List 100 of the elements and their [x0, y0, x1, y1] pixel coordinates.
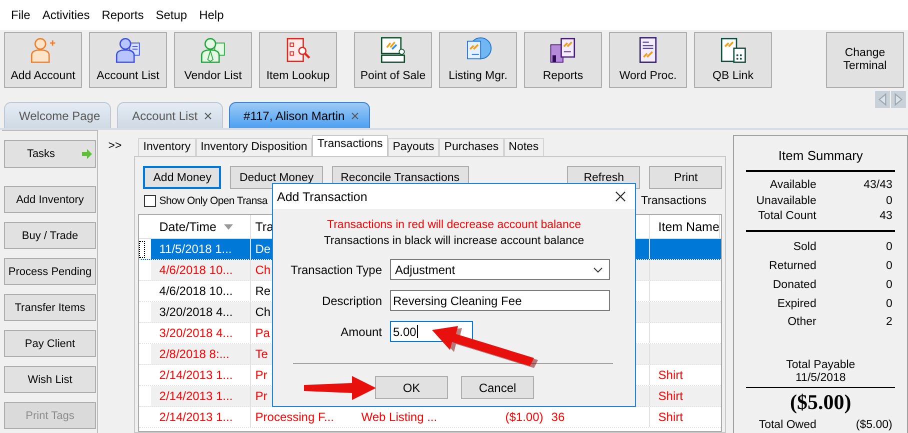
summary-value: 0	[884, 298, 892, 310]
summary-value: 2	[884, 316, 892, 328]
table-cell: ($1.00)	[505, 410, 544, 424]
table-cell: 2/14/2013 1...	[159, 368, 233, 382]
sort-icon	[224, 224, 234, 230]
summary-label: Total Count	[757, 210, 816, 222]
summary-label: Unavailable	[755, 194, 816, 207]
sidebar-button[interactable]: Buy / Trade	[4, 222, 96, 249]
menu-item[interactable]: File	[5, 8, 36, 22]
table-cell: 36	[551, 410, 565, 424]
summary-label: Other	[786, 316, 816, 328]
person-plus-icon	[29, 36, 57, 64]
close-icon[interactable]	[615, 191, 626, 202]
summary-value: 43	[878, 210, 892, 222]
tasks-button[interactable]: Tasks	[4, 140, 96, 168]
toolbar-button[interactable]: Account List	[89, 32, 167, 88]
table-cell: 11/5/2018 1...	[159, 242, 232, 256]
table-cell: Shirt	[658, 368, 683, 382]
info-text: Transactions in red will decrease account balance	[326, 218, 582, 233]
dialog-button[interactable]: Cancel	[461, 376, 534, 399]
table-cell: Processing F...	[255, 410, 334, 424]
table-cell: Ch	[255, 263, 271, 277]
table-cell: 4/6/2018 10...	[159, 284, 233, 298]
expand-toggle[interactable]: >>	[106, 140, 138, 152]
table-cell: 2/14/2013 1...	[159, 389, 233, 403]
sidebar-button[interactable]: Pay Client	[4, 330, 96, 357]
menu-item[interactable]: Reports	[96, 8, 150, 22]
table-cell: 4/6/2018 10...	[159, 263, 233, 277]
clipboard-calculator-icon	[719, 36, 747, 64]
table-cell: 2/14/2013 1...	[159, 410, 233, 424]
checkbox-label: Transactions	[640, 195, 706, 207]
field-label: Amount	[340, 324, 382, 338]
table-cell: Re	[255, 284, 271, 298]
menu-item[interactable]: Setup	[150, 8, 194, 22]
column-header[interactable]: Date/Time	[151, 215, 252, 238]
column-header[interactable]: Item Name	[649, 215, 720, 238]
checklist-search-icon	[284, 36, 312, 64]
table-cell: 3/20/2018 4...	[159, 326, 233, 340]
dropdown[interactable]: Adjustment	[390, 259, 610, 280]
summary-date: 11/5/2018	[794, 372, 847, 384]
toolbar-button[interactable]: Reports	[524, 32, 602, 88]
table-cell: De	[255, 242, 271, 256]
table-cell: Web Listing ...	[361, 410, 438, 424]
summary-value: 0	[884, 241, 892, 254]
toolbar-button[interactable]: Word Proc.	[609, 32, 687, 88]
table-cell: Pr	[255, 368, 268, 382]
table-cell: 3/20/2018 4...	[159, 305, 233, 319]
document-tab[interactable]: Welcome Page	[4, 102, 112, 128]
field-label: Transaction Type	[290, 262, 382, 276]
person-tie-icon	[199, 36, 227, 64]
document-tab[interactable]: #117, Alison Martin	[228, 102, 370, 128]
summary-label: Total Owed	[758, 419, 816, 432]
arrow-icon	[81, 148, 94, 160]
sub-tab[interactable]: Inventory Disposition	[196, 138, 312, 156]
toolbar-button[interactable]: QB Link	[694, 32, 772, 88]
row-focus-marker	[139, 240, 146, 258]
action-button[interactable]: Print	[649, 166, 722, 189]
summary-label: Available	[768, 178, 816, 191]
tab-label: #117, Alison Martin	[244, 108, 345, 122]
sidebar-button[interactable]: Wish List	[4, 366, 96, 393]
toolbar-button[interactable]: Point of Sale	[354, 32, 432, 88]
sub-tab[interactable]: Purchases	[439, 138, 504, 156]
summary-label: Sold	[792, 241, 816, 254]
toolbar-button[interactable]: Listing Mgr.	[439, 32, 517, 88]
action-button[interactable]: Add Money	[143, 166, 222, 189]
toolbar-button[interactable]: Vendor List	[174, 32, 252, 88]
input-field[interactable]: Reversing Cleaning Fee	[390, 290, 610, 311]
sidebar-button[interactable]: Process Pending	[4, 258, 96, 285]
summary-value: ($5.00)	[854, 419, 892, 432]
toolbar-button[interactable]: Item Lookup	[259, 32, 337, 88]
sub-tab[interactable]: Transactions	[312, 135, 388, 156]
sidebar-button[interactable]: Transfer Items	[4, 294, 96, 321]
sub-tab[interactable]: Inventory	[138, 138, 196, 156]
sub-tab[interactable]: Notes	[504, 138, 544, 156]
summary-label: Returned	[768, 260, 816, 272]
menu-item[interactable]: Activities	[36, 8, 96, 22]
sub-tab[interactable]: Payouts	[388, 138, 440, 156]
tab-label: Account List	[132, 108, 198, 122]
checkbox[interactable]	[144, 195, 156, 207]
document-tab[interactable]: Account List	[117, 102, 223, 128]
summary-label: Total Payable	[785, 358, 856, 371]
tab-label: Welcome Page	[19, 108, 100, 122]
sidebar-button[interactable]: Add Inventory	[4, 186, 96, 213]
table-cell: Shirt	[658, 410, 683, 424]
table-cell: Pa	[255, 326, 270, 340]
summary-label: Donated	[772, 278, 816, 291]
summary-value: 43/43	[862, 178, 892, 191]
dialog-button[interactable]: OK	[375, 376, 448, 399]
info-text: Transactions in black will increase account balance	[322, 234, 586, 249]
chevron-icon	[593, 266, 603, 272]
menu-item[interactable]: Help	[193, 8, 230, 22]
person-list-icon	[114, 36, 142, 64]
toolbar-button[interactable]: Add Account	[4, 32, 82, 88]
chart-document-icon	[549, 36, 577, 64]
dialog-title: Add Transaction	[277, 190, 368, 204]
table-cell: 2/8/2018 8:...	[159, 347, 230, 361]
table-cell: Ch	[255, 305, 271, 319]
change-terminal-button[interactable]: Change Terminal	[826, 32, 904, 88]
summary-label: Expired	[776, 298, 816, 310]
summary-title: Item Summary	[777, 147, 864, 165]
